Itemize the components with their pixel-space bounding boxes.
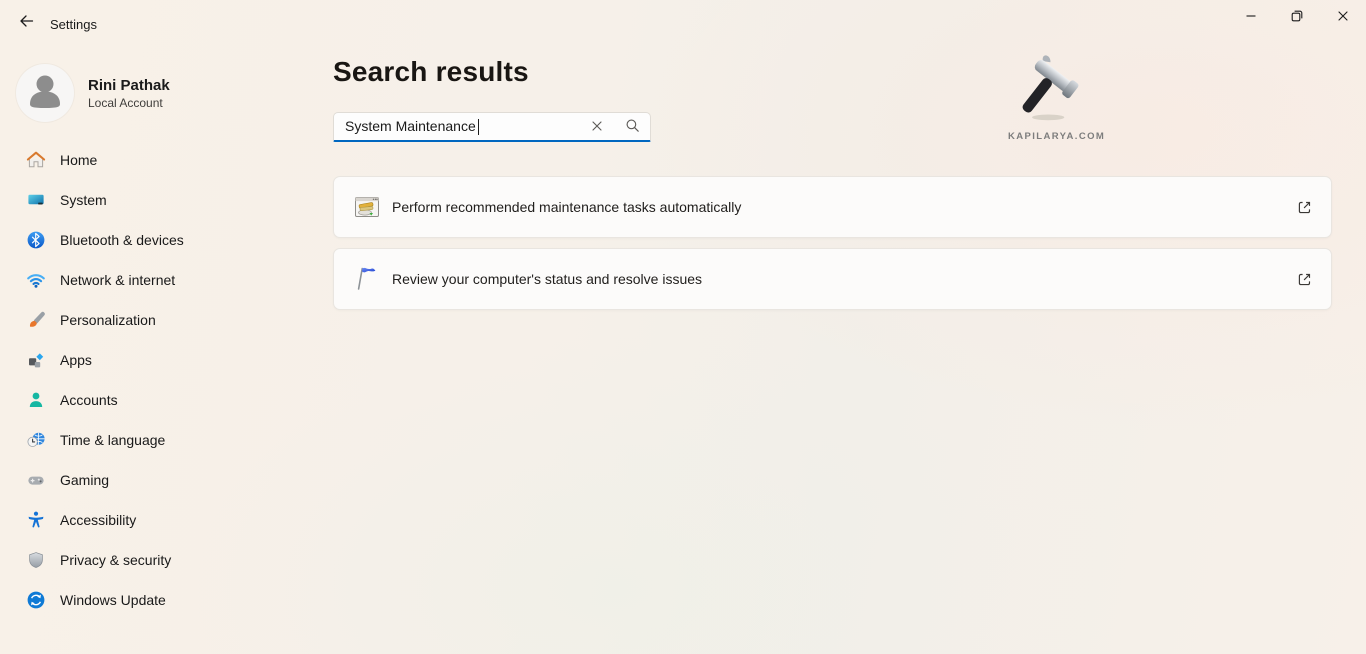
restore-button[interactable]: [1274, 0, 1320, 34]
sidebar-item-privacy-security[interactable]: Privacy & security: [4, 542, 316, 578]
sidebar-item-gaming[interactable]: Gaming: [4, 462, 316, 498]
titlebar: Settings: [0, 0, 1366, 48]
result-card-maintenance[interactable]: Perform recommended maintenance tasks au…: [333, 176, 1332, 238]
back-button[interactable]: [8, 6, 44, 38]
sidebar-item-label: System: [60, 192, 107, 208]
clear-search-button[interactable]: [584, 115, 610, 139]
sidebar-item-label: Home: [60, 152, 97, 168]
restore-icon: [1289, 8, 1305, 27]
maintenance-icon: [353, 193, 381, 221]
profile[interactable]: Rini Pathak Local Account: [12, 60, 308, 126]
sidebar: Rini Pathak Local Account Home System: [0, 48, 320, 654]
search-input[interactable]: [345, 113, 580, 139]
accounts-icon: [26, 390, 46, 410]
time-language-icon: [26, 430, 46, 450]
sidebar-item-network-internet[interactable]: Network & internet: [4, 262, 316, 298]
magnifier-icon: [625, 118, 640, 136]
sidebar-item-label: Privacy & security: [60, 552, 171, 568]
accessibility-icon: [26, 510, 46, 530]
profile-text: Rini Pathak Local Account: [88, 76, 170, 110]
close-icon: [1335, 8, 1351, 27]
x-icon: [590, 119, 604, 136]
home-icon: [26, 150, 46, 170]
sidebar-item-label: Bluetooth & devices: [60, 232, 184, 248]
external-link-icon: [1296, 199, 1313, 216]
external-link-icon: [1296, 271, 1313, 288]
window-controls: [1228, 0, 1366, 34]
sidebar-item-label: Accessibility: [60, 512, 136, 528]
network-icon: [26, 270, 46, 290]
sidebar-nav: Home System Bluetooth & devices Network …: [4, 142, 316, 622]
sidebar-item-bluetooth-devices[interactable]: Bluetooth & devices: [4, 222, 316, 258]
sidebar-item-label: Time & language: [60, 432, 165, 448]
privacy-icon: [26, 550, 46, 570]
avatar: [16, 64, 74, 122]
sidebar-item-label: Personalization: [60, 312, 156, 328]
minimize-icon: [1243, 8, 1259, 27]
sidebar-item-label: Windows Update: [60, 592, 166, 608]
page-title: Search results: [333, 56, 529, 88]
app-title: Settings: [50, 17, 97, 32]
sidebar-item-label: Apps: [60, 352, 92, 368]
hammer-icon: [1012, 111, 1092, 128]
search-button[interactable]: [619, 115, 645, 139]
close-button[interactable]: [1320, 0, 1366, 34]
sidebar-item-home[interactable]: Home: [4, 142, 316, 178]
result-label: Review your computer's status and resolv…: [392, 271, 702, 287]
flag-icon: [353, 265, 381, 293]
apps-icon: [26, 350, 46, 370]
search-box: [333, 112, 651, 142]
sidebar-item-system[interactable]: System: [4, 182, 316, 218]
personalization-icon: [26, 310, 46, 330]
sidebar-item-windows-update[interactable]: Windows Update: [4, 582, 316, 618]
person-icon: [16, 64, 74, 122]
minimize-button[interactable]: [1228, 0, 1274, 34]
profile-account-type: Local Account: [88, 96, 170, 110]
sidebar-item-personalization[interactable]: Personalization: [4, 302, 316, 338]
gaming-icon: [26, 470, 46, 490]
sidebar-item-label: Network & internet: [60, 272, 175, 288]
profile-name: Rini Pathak: [88, 76, 170, 95]
bluetooth-icon: [26, 230, 46, 250]
sidebar-item-accounts[interactable]: Accounts: [4, 382, 316, 418]
text-caret: [478, 119, 479, 135]
sidebar-item-label: Gaming: [60, 472, 109, 488]
result-card-status[interactable]: Review your computer's status and resolv…: [333, 248, 1332, 310]
watermark-text: KAPILARYA.COM: [1008, 131, 1096, 142]
windows-update-icon: [26, 590, 46, 610]
settings-window: Settings: [0, 0, 1366, 654]
sidebar-item-label: Accounts: [60, 392, 118, 408]
sidebar-item-time-language[interactable]: Time & language: [4, 422, 316, 458]
sidebar-item-accessibility[interactable]: Accessibility: [4, 502, 316, 538]
system-icon: [26, 190, 46, 210]
back-arrow-icon: [18, 13, 35, 32]
sidebar-item-apps[interactable]: Apps: [4, 342, 316, 378]
result-label: Perform recommended maintenance tasks au…: [392, 199, 741, 215]
watermark: KAPILARYA.COM: [1008, 48, 1096, 142]
